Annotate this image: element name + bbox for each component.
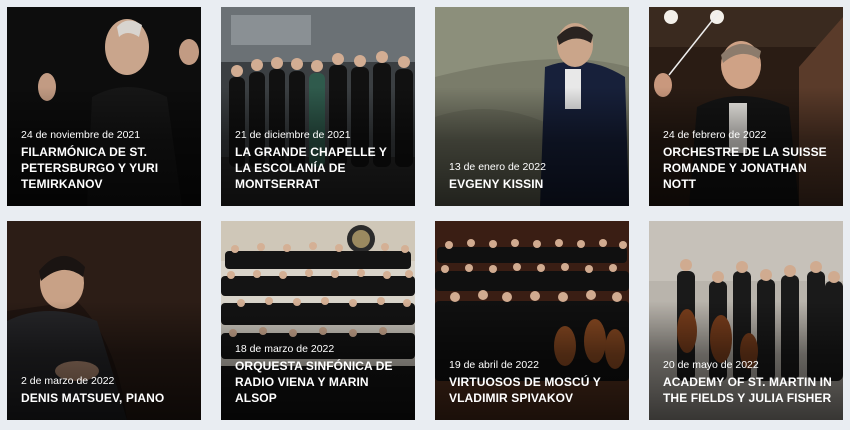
- concert-date: 18 de marzo de 2022: [235, 343, 335, 355]
- concert-card[interactable]: 24 de febrero de 2022 ORCHESTRE DE LA SU…: [649, 7, 843, 206]
- concert-date: 24 de febrero de 2022: [663, 129, 767, 141]
- concert-card[interactable]: 21 de diciembre de 2021 LA GRANDE CHAPEL…: [221, 7, 415, 206]
- card-text: 24 de noviembre de 2021 FILARMÓNICA DE S…: [21, 129, 191, 192]
- card-text: 19 de abril de 2022 VIRTUOSOS DE MOSCÚ Y…: [449, 359, 619, 406]
- card-text: 20 de mayo de 2022 ACADEMY OF ST. MARTIN…: [663, 359, 833, 406]
- concert-date: 2 de marzo de 2022: [21, 375, 115, 387]
- card-text: 21 de diciembre de 2021 LA GRANDE CHAPEL…: [235, 129, 405, 192]
- concert-title: VIRTUOSOS DE MOSCÚ Y VLADIMIR SPIVAKOV: [449, 375, 601, 405]
- concert-date: 20 de mayo de 2022: [663, 359, 759, 371]
- concert-date: 19 de abril de 2022: [449, 359, 539, 371]
- card-text: 18 de marzo de 2022 ORQUESTA SINFÓNICA D…: [235, 343, 405, 406]
- concert-date: 24 de noviembre de 2021: [21, 129, 141, 141]
- card-text: 13 de enero de 2022 EVGENY KISSIN: [449, 161, 619, 192]
- concert-title: ACADEMY OF ST. MARTIN IN THE FIELDS Y JU…: [663, 375, 832, 405]
- concert-grid: 24 de noviembre de 2021 FILARMÓNICA DE S…: [0, 0, 850, 430]
- card-text: 2 de marzo de 2022 DENIS MATSUEV, PIANO: [21, 375, 191, 406]
- concert-title: FILARMÓNICA DE ST. PETERSBURGO Y YURI TE…: [21, 145, 159, 191]
- concert-card[interactable]: 24 de noviembre de 2021 FILARMÓNICA DE S…: [7, 7, 201, 206]
- concert-card[interactable]: 2 de marzo de 2022 DENIS MATSUEV, PIANO: [7, 221, 201, 420]
- concert-title: EVGENY KISSIN: [449, 177, 544, 191]
- concert-card[interactable]: 20 de mayo de 2022 ACADEMY OF ST. MARTIN…: [649, 221, 843, 420]
- concert-card[interactable]: 19 de abril de 2022 VIRTUOSOS DE MOSCÚ Y…: [435, 221, 629, 420]
- concert-card[interactable]: 18 de marzo de 2022 ORQUESTA SINFÓNICA D…: [221, 221, 415, 420]
- concert-card[interactable]: 13 de enero de 2022 EVGENY KISSIN: [435, 7, 629, 206]
- concert-title: ORQUESTA SINFÓNICA DE RADIO VIENA Y MARI…: [235, 359, 393, 405]
- concert-title: ORCHESTRE DE LA SUISSE ROMANDE Y JONATHA…: [663, 145, 827, 191]
- card-text: 24 de febrero de 2022 ORCHESTRE DE LA SU…: [663, 129, 833, 192]
- concert-title: DENIS MATSUEV, PIANO: [21, 391, 165, 405]
- concert-date: 13 de enero de 2022: [449, 161, 546, 173]
- concert-title: LA GRANDE CHAPELLE Y LA ESCOLANÍA DE MON…: [235, 145, 387, 191]
- concert-date: 21 de diciembre de 2021: [235, 129, 351, 141]
